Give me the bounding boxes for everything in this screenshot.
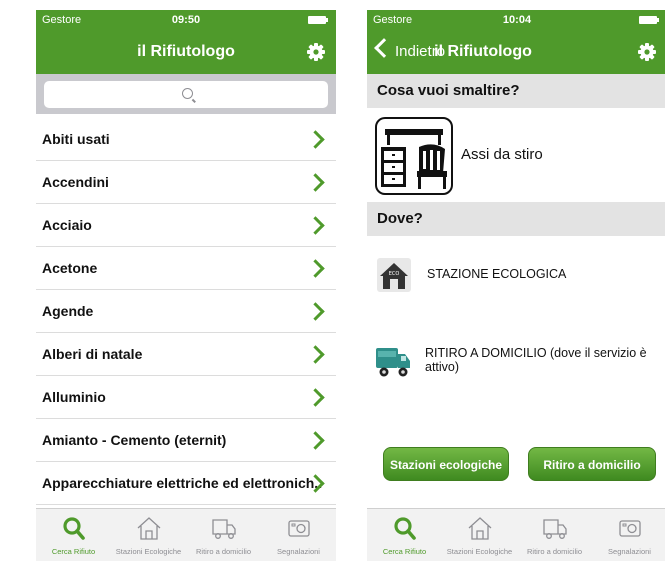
chevron-right-icon xyxy=(306,173,325,192)
battery-icon xyxy=(639,16,659,24)
tab-segnalazioni[interactable]: Segnalazioni xyxy=(592,509,665,561)
list-item[interactable]: Abiti usati xyxy=(36,118,336,161)
list-item-label: Apparecchiature elettriche ed elettronic… xyxy=(42,475,322,491)
list-item-label: Amianto - Cemento (eternit) xyxy=(42,432,227,448)
tab-label: Stazioni Ecologiche xyxy=(446,547,513,556)
nav-bar: il Rifiutologo xyxy=(36,30,336,74)
waste-list: Abiti usati Accendini Acciaio Acetone Ag… xyxy=(36,118,336,505)
where-section-header: Dove? xyxy=(367,202,665,236)
list-screen: Gestore 09:50 il Rifiutologo Abiti usati… xyxy=(36,10,336,568)
search-icon xyxy=(62,517,85,540)
tab-label: Ritiro a domicilio xyxy=(195,547,252,556)
chevron-right-icon xyxy=(306,259,325,278)
tab-stazioni-ecologiche[interactable]: Stazioni Ecologiche xyxy=(111,509,186,561)
item-name: Assi da stiro xyxy=(461,146,543,163)
pickup-label: RITIRO A DOMICILIO (dove il servizio è a… xyxy=(425,346,647,374)
tab-label: Segnalazioni xyxy=(608,547,651,556)
detail-screen: Gestore 10:04 Indietro il Rifiutologo Co… xyxy=(367,10,665,568)
list-item[interactable]: Alluminio xyxy=(36,376,336,419)
home-icon: ECO xyxy=(377,258,411,292)
status-bar: Gestore 09:50 xyxy=(36,10,336,30)
tab-ritiro-a-domicilio[interactable]: Ritiro a domicilio xyxy=(186,509,261,561)
tab-segnalazioni[interactable]: Segnalazioni xyxy=(261,509,336,561)
tab-bar: Cerca Rifiuto Stazioni Ecologiche Ritiro… xyxy=(367,508,665,561)
list-item-label: Agende xyxy=(42,303,94,319)
page-title: il Rifiutologo xyxy=(434,43,532,60)
list-item-label: Accendini xyxy=(42,174,109,190)
truck-icon xyxy=(542,519,567,539)
waste-item: Assi da stiro xyxy=(367,114,665,196)
tab-label: Segnalazioni xyxy=(277,547,320,556)
list-item-label: Abiti usati xyxy=(42,131,110,147)
tab-label: Stazioni Ecologiche xyxy=(115,547,182,556)
station-label: STAZIONE ECOLOGICA xyxy=(427,267,567,281)
tab-cerca-rifiuto[interactable]: Cerca Rifiuto xyxy=(367,509,442,561)
stations-button[interactable]: Stazioni ecologiche xyxy=(383,447,509,481)
chevron-right-icon xyxy=(306,130,325,149)
pickup-button[interactable]: Ritiro a domicilio xyxy=(528,447,656,481)
tab-stazioni-ecologiche[interactable]: Stazioni Ecologiche xyxy=(442,509,517,561)
search-bar xyxy=(36,74,336,114)
page-title: il Rifiutologo xyxy=(137,43,235,60)
list-item[interactable]: Apparecchiature elettriche ed elettronic… xyxy=(36,462,336,505)
list-item[interactable]: Alberi di natale xyxy=(36,333,336,376)
tab-label: Cerca Rifiuto xyxy=(382,547,427,556)
truck-icon xyxy=(376,348,410,377)
tab-bar: Cerca Rifiuto Stazioni Ecologiche Ritiro… xyxy=(36,508,336,561)
clock: 10:04 xyxy=(502,14,532,26)
list-item-label: Alluminio xyxy=(42,389,106,405)
chevron-right-icon xyxy=(306,388,325,407)
what-section-header: Cosa vuoi smaltire? xyxy=(367,74,665,108)
home-icon xyxy=(468,517,491,540)
search-icon xyxy=(393,517,416,540)
home-pickup-row[interactable]: RITIRO A DOMICILIO (dove il servizio è a… xyxy=(367,338,665,384)
list-item[interactable]: Amianto - Cemento (eternit) xyxy=(36,419,336,462)
furniture-icon xyxy=(375,117,453,195)
status-bar: Gestore 10:04 xyxy=(367,10,665,30)
home-icon xyxy=(137,517,160,540)
gear-icon[interactable] xyxy=(637,42,657,62)
gear-icon[interactable] xyxy=(306,42,326,62)
chevron-right-icon xyxy=(306,345,325,364)
clock: 09:50 xyxy=(171,14,201,26)
search-icon xyxy=(182,88,193,99)
chevron-right-icon xyxy=(306,431,325,450)
list-item[interactable]: Acetone xyxy=(36,247,336,290)
tab-label: Cerca Rifiuto xyxy=(51,547,96,556)
ecological-station-row[interactable]: ECO STAZIONE ECOLOGICA xyxy=(367,254,665,298)
nav-bar: Indietro il Rifiutologo xyxy=(367,30,665,74)
list-item-label: Alberi di natale xyxy=(42,346,143,362)
list-item[interactable]: Agende xyxy=(36,290,336,333)
eco-logo-text: ECO xyxy=(389,271,400,277)
truck-icon xyxy=(211,519,236,539)
camera-icon xyxy=(287,520,310,537)
chevron-right-icon xyxy=(306,216,325,235)
search-field[interactable] xyxy=(44,81,332,110)
chevron-right-icon xyxy=(306,302,325,321)
battery-icon xyxy=(308,16,328,24)
camera-icon xyxy=(618,520,641,537)
tab-ritiro-a-domicilio[interactable]: Ritiro a domicilio xyxy=(517,509,592,561)
list-item-label: Acetone xyxy=(42,260,98,276)
tab-cerca-rifiuto[interactable]: Cerca Rifiuto xyxy=(36,509,111,561)
list-item-label: Acciaio xyxy=(42,217,92,233)
list-item[interactable]: Accendini xyxy=(36,161,336,204)
list-item[interactable]: Acciaio xyxy=(36,204,336,247)
tab-label: Ritiro a domicilio xyxy=(526,547,583,556)
